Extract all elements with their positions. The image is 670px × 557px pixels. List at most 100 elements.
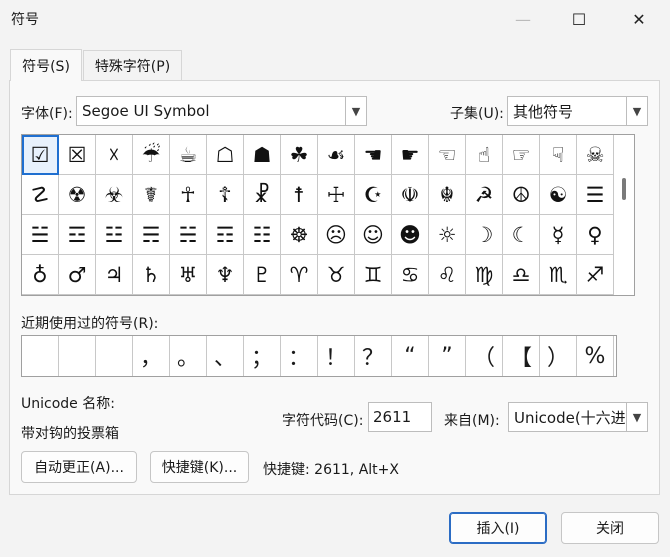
recent-symbol-cell[interactable]: ？	[355, 336, 392, 376]
symbol-cell[interactable]: ♆	[207, 255, 244, 295]
symbol-cell[interactable]: ☸	[281, 215, 318, 255]
symbol-cell[interactable]: ☪	[355, 175, 392, 215]
char-code-value: 2611	[373, 408, 412, 426]
symbol-cell[interactable]: ☱	[22, 215, 59, 255]
autocorrect-button[interactable]: 自动更正(A)...	[21, 451, 137, 483]
close-button[interactable]: 关闭	[561, 512, 659, 544]
symbol-cell[interactable]: ☲	[59, 215, 96, 255]
recent-symbol-cell[interactable]: ）	[540, 336, 577, 376]
symbol-cell[interactable]: ☞	[503, 135, 540, 175]
font-select[interactable]: Segoe UI Symbol ▼	[76, 96, 367, 126]
symbol-cell[interactable]: ☰	[577, 175, 614, 215]
chevron-down-icon: ▼	[626, 97, 647, 125]
symbol-cell[interactable]: ♉	[318, 255, 355, 295]
close-icon[interactable]: ✕	[616, 0, 662, 38]
symbol-cell[interactable]: ☗	[244, 135, 281, 175]
recent-symbol-cell[interactable]: ；	[244, 336, 281, 376]
symbol-cell[interactable]: ☫	[392, 175, 429, 215]
symbol-cell[interactable]: ☨	[281, 175, 318, 215]
recent-symbol-cell[interactable]: ，	[133, 336, 170, 376]
symbol-cell[interactable]: ♏	[540, 255, 577, 295]
char-code-input[interactable]: 2611	[368, 402, 432, 432]
recent-symbol-cell[interactable]: ：	[281, 336, 318, 376]
symbol-cell[interactable]: ☙	[318, 135, 355, 175]
symbol-cell[interactable]: ♅	[170, 255, 207, 295]
symbol-cell[interactable]: ♌	[429, 255, 466, 295]
symbol-cell[interactable]: ☻	[392, 215, 429, 255]
symbol-cell[interactable]: ☓	[96, 135, 133, 175]
symbol-cell[interactable]: ☮	[503, 175, 540, 215]
symbol-cell[interactable]: ☷	[244, 215, 281, 255]
symbol-cell[interactable]: ☼	[429, 215, 466, 255]
symbol-cell[interactable]: ☹	[318, 215, 355, 255]
recent-symbol-cell[interactable]: （	[466, 336, 503, 376]
symbol-cell[interactable]: ♁	[22, 255, 59, 295]
symbol-cell[interactable]: ☤	[133, 175, 170, 215]
recent-symbol-cell[interactable]	[59, 336, 96, 376]
symbol-cell[interactable]: ☜	[429, 135, 466, 175]
symbol-cell[interactable]: ☛	[392, 135, 429, 175]
from-select-value: Unicode(十六进制)	[514, 408, 626, 427]
symbol-cell[interactable]: ☺	[355, 215, 392, 255]
symbol-cell[interactable]: ☥	[170, 175, 207, 215]
symbol-cell[interactable]: ☬	[429, 175, 466, 215]
recent-symbols-grid[interactable]: ，。、；：！？ “” （【）%	[21, 335, 617, 377]
symbol-cell[interactable]: ☵	[170, 215, 207, 255]
symbol-cell[interactable]: ♇	[244, 255, 281, 295]
symbol-grid[interactable]: ☑ ☒ ☓ ☔ ☕ ☖ ☗ ☘ ☙ ☚ ☛ ☜ ☝ ☞ ☟ ☠ ☡ ☢ ☣ ☤ ☥ ☦ ☧ ☨ ☩ ☪ ☫ ☬ ☭ ☮ ☯ ☰ ☱ ☲ ☳ ☴ ☵ ☶ ☷ ☸…	[21, 134, 635, 296]
symbol-cell[interactable]: ☕	[170, 135, 207, 175]
symbol-cell[interactable]: ☚	[355, 135, 392, 175]
tab-special-characters[interactable]: 特殊字符(P)	[83, 50, 182, 80]
symbol-cell[interactable]: ♐	[577, 255, 614, 295]
symbol-cell[interactable]: ☠	[577, 135, 614, 175]
recent-symbol-cell[interactable]: 。	[170, 336, 207, 376]
symbol-cell[interactable]: ☑	[22, 135, 59, 175]
minimize-icon: —	[515, 9, 531, 29]
symbol-cell[interactable]: ♊	[355, 255, 392, 295]
recent-symbol-cell[interactable]: 、	[207, 336, 244, 376]
recent-symbol-cell[interactable]: %	[577, 336, 614, 376]
symbol-cell[interactable]: ☾	[503, 215, 540, 255]
symbol-cell[interactable]: ☘	[281, 135, 318, 175]
maximize-icon[interactable]: ☐	[556, 0, 602, 38]
symbol-cell[interactable]: ☴	[133, 215, 170, 255]
recent-symbol-cell[interactable]: “	[392, 336, 429, 376]
subset-select[interactable]: 其他符号 ▼	[507, 96, 648, 126]
recent-symbol-cell[interactable]: ”	[429, 336, 466, 376]
symbol-cell[interactable]: ☒	[59, 135, 96, 175]
symbol-cell[interactable]: ♃	[96, 255, 133, 295]
symbol-cell[interactable]: ♎	[503, 255, 540, 295]
symbol-cell[interactable]: ☶	[207, 215, 244, 255]
symbol-cell[interactable]: ☿	[540, 215, 577, 255]
symbol-cell[interactable]: ♋	[392, 255, 429, 295]
chevron-down-icon: ▼	[626, 403, 647, 431]
symbol-cell[interactable]: ☩	[318, 175, 355, 215]
symbol-cell[interactable]: ♈	[281, 255, 318, 295]
tab-symbols[interactable]: 符号(S)	[10, 49, 82, 81]
symbol-cell[interactable]: ☖	[207, 135, 244, 175]
symbol-cell[interactable]: ☣	[96, 175, 133, 215]
symbol-cell[interactable]: ♍	[466, 255, 503, 295]
recent-symbol-cell[interactable]: ！	[318, 336, 355, 376]
symbol-cell[interactable]: ♄	[133, 255, 170, 295]
symbol-cell[interactable]: ☭	[466, 175, 503, 215]
symbol-cell[interactable]: ♂	[59, 255, 96, 295]
recent-symbol-cell[interactable]	[22, 336, 59, 376]
symbol-cell[interactable]: ☝	[466, 135, 503, 175]
symbol-cell[interactable]: ☽	[466, 215, 503, 255]
symbol-cell[interactable]: ☟	[540, 135, 577, 175]
shortcut-key-button[interactable]: 快捷键(K)...	[150, 451, 249, 483]
symbol-cell[interactable]: ♀	[577, 215, 614, 255]
recent-symbol-cell[interactable]: 【	[503, 336, 540, 376]
symbol-cell[interactable]: ☔	[133, 135, 170, 175]
insert-button[interactable]: 插入(I)	[449, 512, 547, 544]
recent-symbol-cell[interactable]	[96, 336, 133, 376]
symbol-cell[interactable]: ☡	[22, 175, 59, 215]
symbol-cell[interactable]: ☯	[540, 175, 577, 215]
symbol-cell[interactable]: ☦	[207, 175, 244, 215]
from-select[interactable]: Unicode(十六进制) ▼	[508, 402, 648, 432]
symbol-cell[interactable]: ☢	[59, 175, 96, 215]
grid-scrollbar[interactable]	[622, 178, 626, 200]
symbol-cell[interactable]: ☧	[244, 175, 281, 215]
symbol-cell[interactable]: ☳	[96, 215, 133, 255]
